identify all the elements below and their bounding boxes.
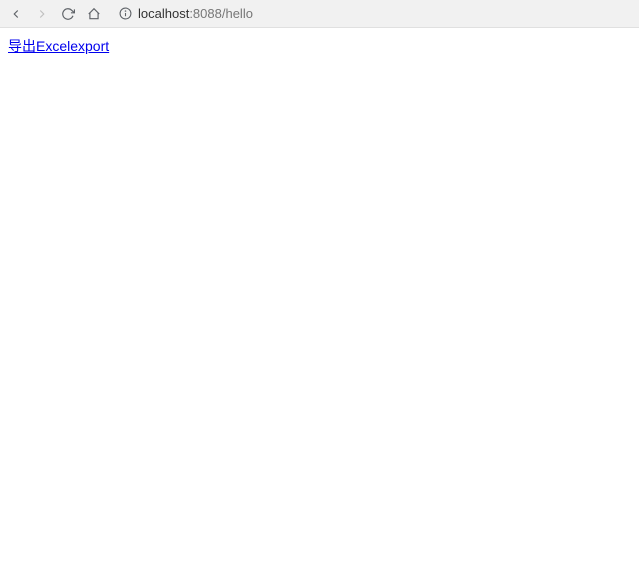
export-link[interactable]: export	[70, 38, 109, 54]
url-host: localhost	[138, 6, 189, 21]
browser-toolbar: localhost:8088/hello	[0, 0, 639, 28]
url-path: /hello	[222, 6, 253, 21]
page-content: 导出Excelexport	[0, 28, 639, 64]
url-port: :8088	[189, 6, 222, 21]
reload-button[interactable]	[60, 6, 76, 22]
site-info-icon[interactable]	[118, 7, 132, 21]
address-bar[interactable]: localhost:8088/hello	[112, 3, 631, 25]
forward-button[interactable]	[34, 6, 50, 22]
export-excel-link[interactable]: 导出Excel	[8, 38, 70, 54]
back-button[interactable]	[8, 6, 24, 22]
url-text: localhost:8088/hello	[138, 6, 253, 21]
home-button[interactable]	[86, 6, 102, 22]
